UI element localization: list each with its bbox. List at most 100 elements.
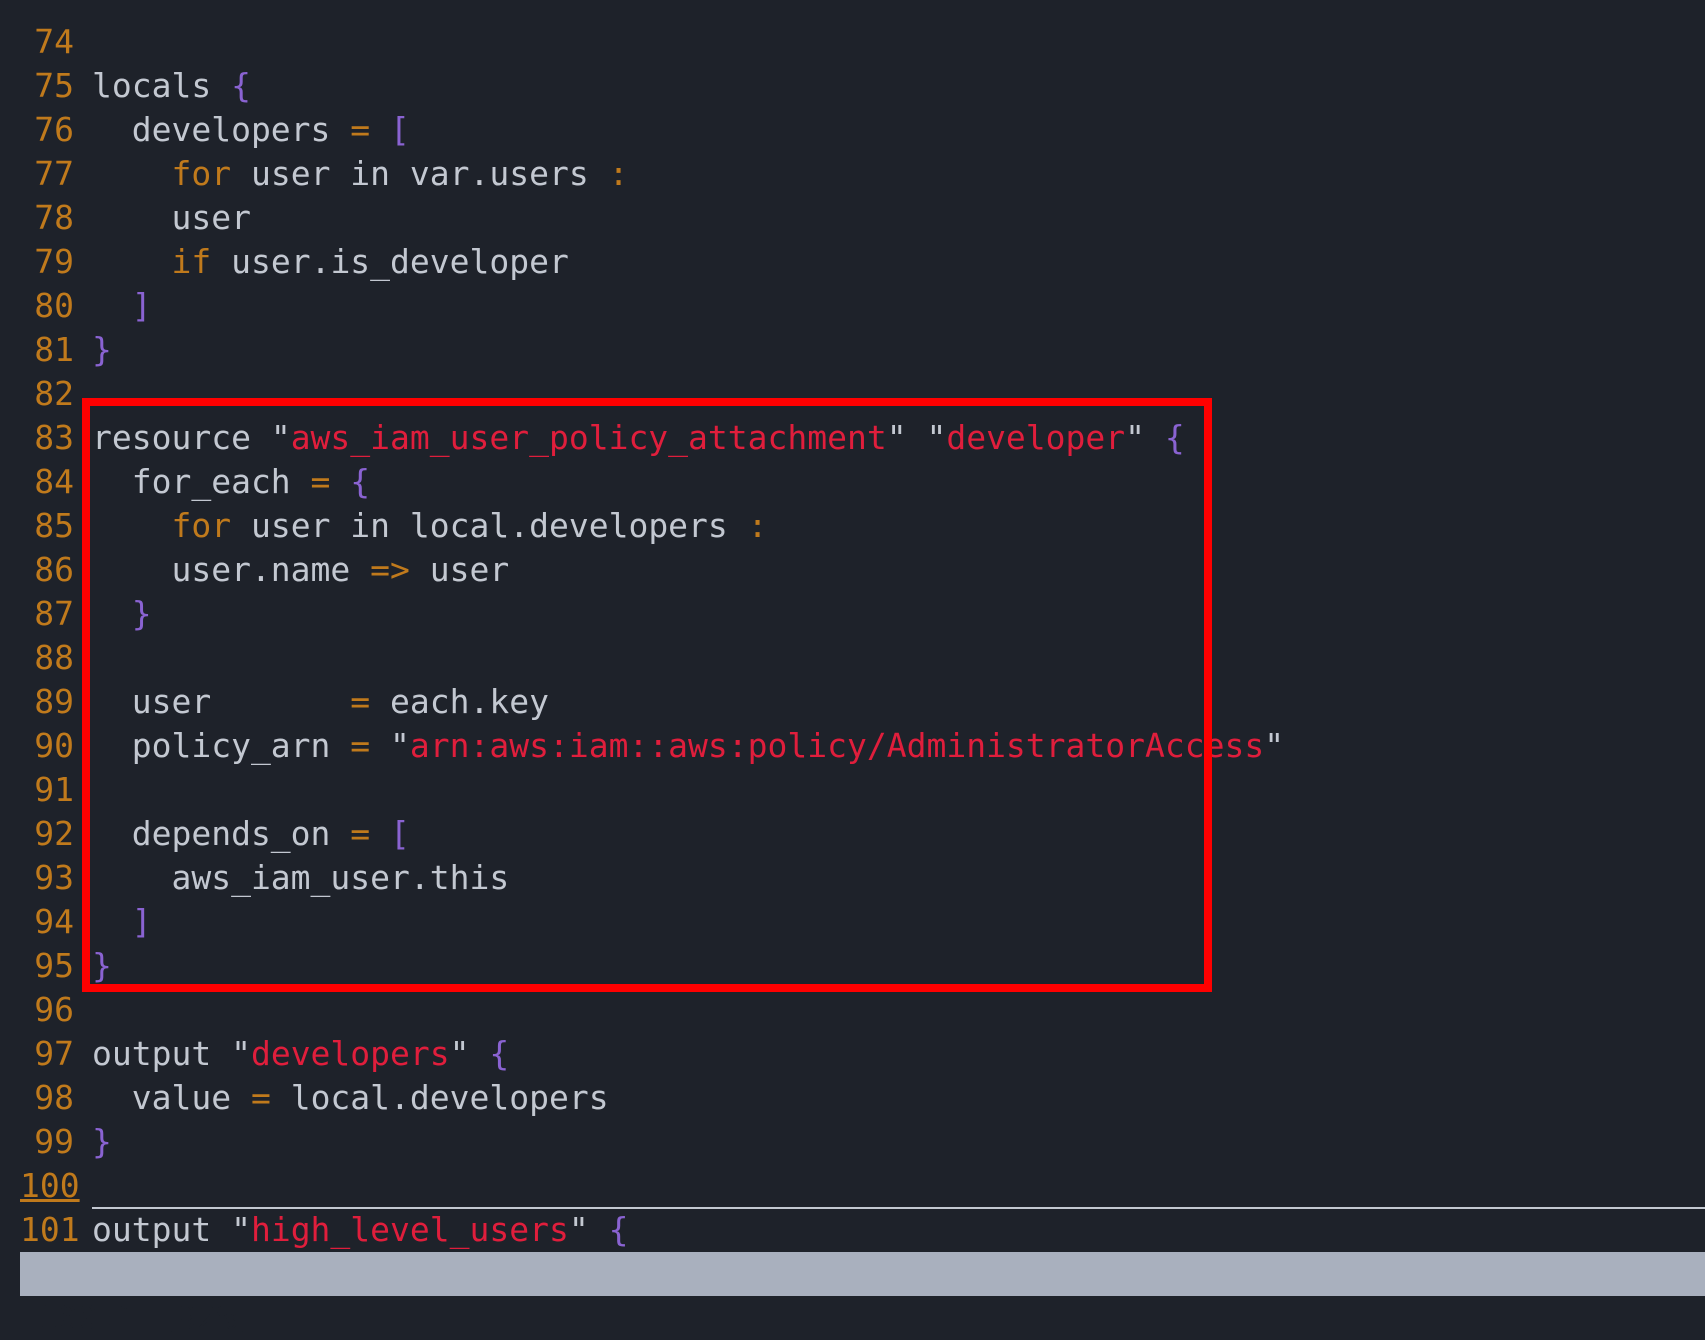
code-line[interactable]: 86 user.name => user — [0, 548, 1705, 592]
line-number: 99 — [34, 1122, 74, 1161]
code-token: user — [92, 682, 351, 721]
line-number: 95 — [34, 946, 74, 985]
code-line[interactable]: 78 user — [0, 196, 1705, 240]
code-token: if — [171, 242, 212, 281]
code-editor[interactable]: 74 75 locals {76 developers = [77 for user… — [0, 20, 1705, 1252]
line-number: 77 — [34, 154, 74, 193]
line-number: 84 — [34, 462, 74, 501]
code-line[interactable]: 80 ] — [0, 284, 1705, 328]
code-line[interactable]: 96 — [0, 988, 1705, 1032]
code-token: aws_iam_user_policy_attachment — [290, 418, 887, 457]
code-line[interactable]: 92 depends_on = [ — [0, 812, 1705, 856]
code-token: ] — [131, 286, 152, 325]
line-number: 78 — [34, 198, 74, 237]
line-code: user = each.key — [92, 680, 549, 724]
line-code: ] — [92, 900, 152, 944]
code-token: user in local.developers — [231, 506, 748, 545]
code-token: : — [608, 154, 629, 193]
line-number: 87 — [34, 594, 74, 633]
code-line[interactable]: 75 locals { — [0, 64, 1705, 108]
code-line[interactable]: 77 for user in var.users : — [0, 152, 1705, 196]
code-token: [ — [390, 110, 410, 149]
code-token: { — [489, 1034, 510, 1073]
code-token: user — [409, 550, 510, 589]
code-token: { — [608, 1210, 629, 1249]
code-token: { — [350, 462, 371, 501]
code-line[interactable]: 76 developers = [ — [0, 108, 1705, 152]
line-number: 81 — [34, 330, 74, 369]
line-code: policy_arn = "arn:aws:iam::aws:policy/Ad… — [92, 724, 1284, 768]
code-token: resource — [92, 418, 271, 457]
code-line[interactable]: 98 value = local.developers — [0, 1076, 1705, 1120]
line-number: 88 — [34, 638, 74, 677]
code-token: user.is_developer — [211, 242, 569, 281]
code-line[interactable]: 81} — [0, 328, 1705, 372]
code-line[interactable]: 82 — [0, 372, 1705, 416]
code-line[interactable]: 94 ] — [0, 900, 1705, 944]
code-line[interactable]: 91 — [0, 768, 1705, 812]
line-code: aws_iam_user.this — [92, 856, 509, 900]
line-number: 79 — [34, 242, 74, 281]
code-token: " — [231, 1034, 251, 1073]
code-token: policy_arn — [92, 726, 351, 765]
code-token: " — [1264, 726, 1285, 765]
code-line[interactable]: 95} — [0, 944, 1705, 988]
code-line[interactable]: 89 user = each.key — [0, 680, 1705, 724]
code-token: for — [171, 154, 232, 193]
line-number: 101 — [20, 1210, 80, 1249]
code-token: user in var.users — [231, 154, 609, 193]
line-code: user.name => user — [92, 548, 509, 592]
code-token: " — [270, 418, 291, 457]
line-number: 91 — [34, 770, 74, 809]
code-token: developers — [250, 1034, 450, 1073]
code-token: ] — [131, 902, 152, 941]
code-token: = — [350, 726, 371, 765]
code-token: { — [231, 66, 251, 105]
code-line[interactable]: 83 resource "aws_iam_user_policy_attachme… — [0, 416, 1705, 460]
line-number: 96 — [34, 990, 74, 1029]
code-line[interactable]: 101 output "high_level_users" { — [0, 1208, 1705, 1252]
line-code: output "developers" { — [92, 1032, 509, 1076]
code-token: " — [231, 1210, 251, 1249]
code-token: locals — [92, 66, 232, 105]
code-token: aws_iam_user.this — [92, 858, 510, 897]
code-token: for — [171, 506, 232, 545]
line-code: } — [92, 592, 152, 636]
code-line[interactable]: 93 aws_iam_user.this — [0, 856, 1705, 900]
line-code: for user in var.users : — [92, 152, 628, 196]
code-token: " " — [886, 418, 947, 457]
code-line[interactable]: 85 for user in local.developers : — [0, 504, 1705, 548]
code-line[interactable]: 99} — [0, 1120, 1705, 1164]
code-token: depends_on — [92, 814, 351, 853]
code-token: developers — [92, 110, 351, 149]
code-line[interactable]: 97 output "developers" { — [0, 1032, 1705, 1076]
line-number: 90 — [34, 726, 74, 765]
line-code: value = local.developers — [92, 1076, 609, 1120]
code-line[interactable]: 90 policy_arn = "arn:aws:iam::aws:policy… — [0, 724, 1705, 768]
code-token: => — [370, 550, 410, 589]
line-number: 76 — [34, 110, 74, 149]
code-token: { — [1164, 418, 1185, 457]
code-line[interactable]: 87 } — [0, 592, 1705, 636]
code-line[interactable]: 74 — [0, 20, 1705, 64]
line-number: 85 — [34, 506, 74, 545]
line-code: developers = [ — [92, 108, 410, 152]
line-number: 92 — [34, 814, 74, 853]
code-line[interactable]: 100 — [0, 1164, 1705, 1209]
code-token: } — [92, 1122, 112, 1161]
line-code: } — [92, 944, 112, 988]
code-line[interactable]: 88 — [0, 636, 1705, 680]
code-line[interactable]: 84 for_each = { — [0, 460, 1705, 504]
line-code: locals { — [92, 64, 251, 108]
code-line[interactable]: 79 if user.is_developer — [0, 240, 1705, 284]
line-code: } — [92, 1120, 112, 1164]
line-code: user — [92, 196, 250, 240]
code-token: arn:aws:iam::aws:policy/AdministratorAcc… — [409, 726, 1265, 765]
